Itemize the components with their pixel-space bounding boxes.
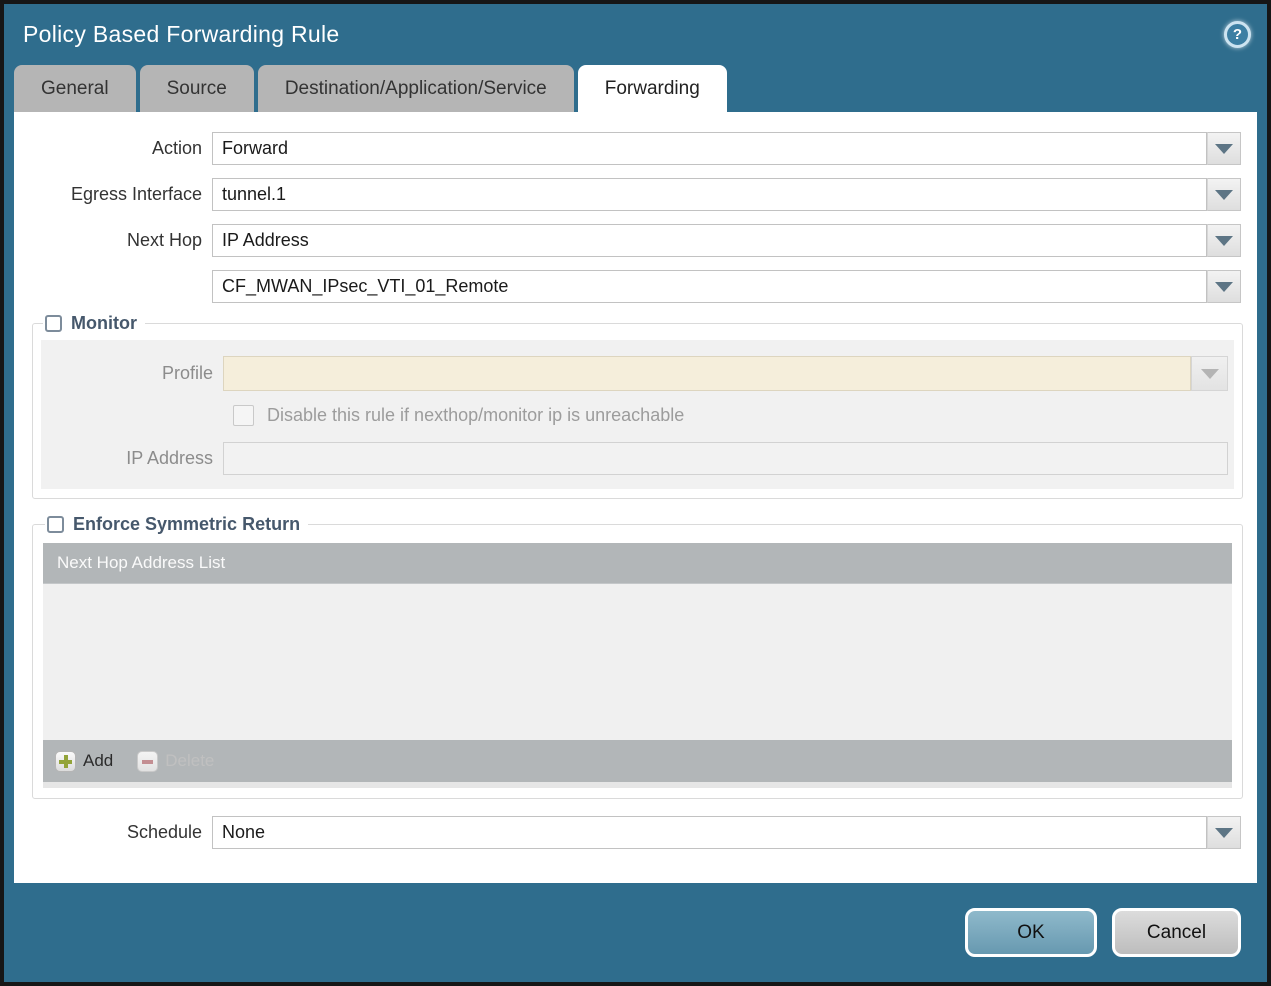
tab-source[interactable]: Source [139, 65, 254, 112]
enforce-symmetric-return-label: Enforce Symmetric Return [73, 514, 301, 534]
profile-select [223, 356, 1191, 391]
tab-forwarding[interactable]: Forwarding [577, 65, 727, 112]
help-icon[interactable]: ? [1224, 20, 1251, 48]
minus-icon [137, 750, 159, 772]
egress-interface-select[interactable]: tunnel.1 [212, 178, 1207, 211]
enforce-symmetric-return-checkbox[interactable] [47, 516, 64, 533]
table-toolbar: Add Delete [43, 740, 1232, 782]
monitor-fieldset: Monitor Profile Disable this rule if nex… [32, 313, 1243, 499]
dialog-footer: OK Cancel [4, 883, 1267, 982]
chevron-down-icon [1215, 827, 1233, 838]
tab-destination-application-service[interactable]: Destination/Application/Service [257, 65, 574, 112]
next-hop-address-table: Next Hop Address List Add Delete [43, 543, 1232, 788]
delete-button: Delete [137, 750, 215, 772]
next-hop-type-select[interactable]: IP Address [212, 224, 1207, 257]
chevron-down-icon [1215, 281, 1233, 292]
disable-rule-row: Disable this rule if nexthop/monitor ip … [41, 405, 1234, 426]
schedule-dropdown-button[interactable] [1207, 816, 1241, 849]
monitor-ip-address-input [223, 442, 1228, 475]
action-row: Action Forward [14, 132, 1257, 165]
dialog-titlebar: Policy Based Forwarding Rule ? [4, 4, 1267, 64]
egress-interface-row: Egress Interface tunnel.1 [14, 178, 1257, 211]
forwarding-tab-panel: Action Forward Egress Interface tunnel.1… [14, 112, 1257, 883]
next-hop-label: Next Hop [126, 230, 202, 250]
monitor-ip-address-label: IP Address [126, 448, 213, 468]
plus-icon [55, 750, 76, 772]
schedule-row: Schedule None [14, 816, 1257, 849]
delete-button-label: Delete [165, 751, 215, 770]
table-body-empty [43, 583, 1232, 740]
enforce-symmetric-return-legend: Enforce Symmetric Return [45, 514, 308, 535]
schedule-select[interactable]: None [212, 816, 1207, 849]
next-hop-address-dropdown-button[interactable] [1207, 270, 1241, 303]
monitor-label: Monitor [71, 313, 137, 333]
schedule-label: Schedule [126, 822, 202, 842]
add-button-label: Add [83, 751, 114, 770]
add-button[interactable]: Add [55, 750, 114, 772]
action-select[interactable]: Forward [212, 132, 1207, 165]
disable-rule-checkbox [233, 405, 254, 426]
egress-interface-dropdown-button[interactable] [1207, 178, 1241, 211]
egress-interface-label: Egress Interface [70, 184, 202, 204]
chevron-down-icon [1215, 143, 1233, 154]
chevron-down-icon [1200, 368, 1219, 379]
disable-rule-label: Disable this rule if nexthop/monitor ip … [267, 405, 685, 425]
chevron-down-icon [1215, 189, 1233, 200]
profile-label: Profile [161, 363, 213, 383]
next-hop-address-select[interactable]: CF_MWAN_IPsec_VTI_01_Remote [212, 270, 1207, 303]
pbf-rule-dialog: Policy Based Forwarding Rule ? General S… [0, 0, 1271, 986]
next-hop-dropdown-button[interactable] [1207, 224, 1241, 257]
table-bottom-strip [43, 782, 1232, 788]
table-header: Next Hop Address List [43, 543, 1232, 583]
enforce-symmetric-return-fieldset: Enforce Symmetric Return Next Hop Addres… [32, 514, 1243, 799]
monitor-checkbox[interactable] [45, 315, 62, 332]
dialog-title: Policy Based Forwarding Rule [23, 20, 340, 47]
action-dropdown-button[interactable] [1207, 132, 1241, 165]
next-hop-row: Next Hop IP Address [14, 224, 1257, 257]
monitor-panel: Profile Disable this rule if nexthop/mon… [41, 340, 1234, 489]
action-label: Action [151, 138, 202, 158]
ok-button[interactable]: OK [965, 908, 1097, 957]
monitor-ip-address-row: IP Address [41, 442, 1234, 475]
tab-general[interactable]: General [14, 65, 136, 112]
tab-strip: General Source Destination/Application/S… [4, 64, 1267, 112]
profile-row: Profile [41, 356, 1234, 391]
next-hop-address-list-column-header: Next Hop Address List [57, 553, 226, 572]
cancel-button[interactable]: Cancel [1112, 908, 1241, 957]
profile-dropdown-button [1191, 356, 1228, 391]
chevron-down-icon [1215, 235, 1233, 246]
next-hop-address-row: CF_MWAN_IPsec_VTI_01_Remote [14, 270, 1257, 303]
monitor-legend: Monitor [43, 313, 145, 334]
